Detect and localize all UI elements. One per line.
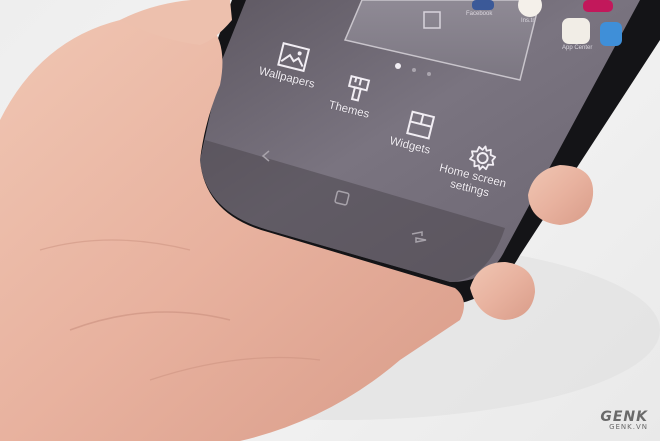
recent-apps-key-icon[interactable] bbox=[410, 230, 428, 249]
scene-illustration bbox=[0, 0, 660, 441]
preview-app-label: Ins.tr bbox=[521, 18, 535, 24]
preview-app-label: Facebook bbox=[466, 11, 493, 17]
preview-app-label: App Center bbox=[562, 45, 593, 51]
photo-scene: Wallpapers Themes Widgets Home screen se… bbox=[0, 0, 660, 441]
back-key-icon[interactable] bbox=[259, 149, 273, 167]
page-dot-active bbox=[395, 63, 401, 69]
app-icon bbox=[600, 22, 622, 46]
facebook-icon bbox=[472, 0, 494, 10]
app-icon bbox=[583, 0, 613, 12]
home-key-icon[interactable] bbox=[334, 190, 350, 211]
app-icon bbox=[562, 18, 590, 44]
page-dot bbox=[427, 72, 431, 76]
page-dot bbox=[412, 68, 416, 72]
genk-watermark: GENK GENK.VN bbox=[600, 409, 648, 431]
